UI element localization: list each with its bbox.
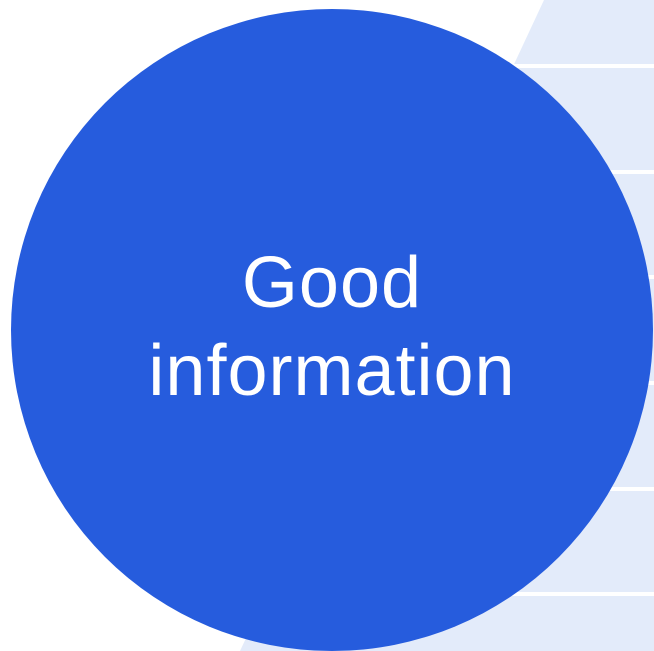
good-information-circle: Good information bbox=[11, 9, 653, 651]
circle-label-line-2: information bbox=[148, 331, 516, 411]
diagram-canvas: Good information bbox=[0, 0, 654, 651]
circle-label: Good information bbox=[148, 239, 515, 415]
circle-label-line-1: Good bbox=[241, 243, 423, 323]
